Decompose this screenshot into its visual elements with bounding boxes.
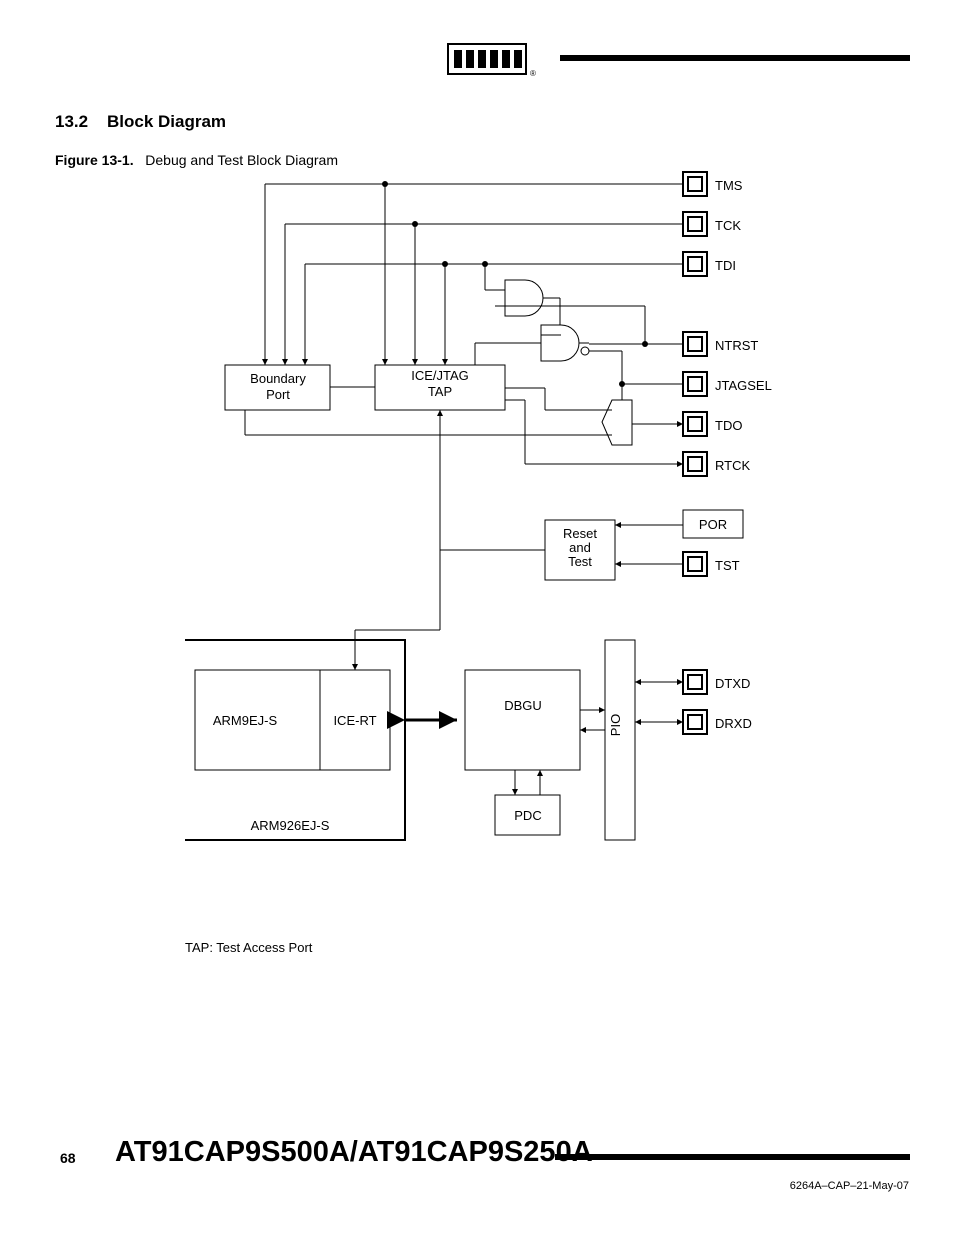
pio-label: PIO — [608, 714, 623, 736]
doc-title: AT91CAP9S500A/AT91CAP9S250A — [115, 1136, 593, 1169]
pin-jtagsel-label: JTAGSEL — [715, 378, 772, 393]
pin-tck-label: TCK — [715, 218, 741, 233]
dbgu-label: DBGU — [504, 698, 542, 713]
page-number: 68 — [60, 1150, 76, 1166]
reset-test-l3: Test — [568, 554, 592, 569]
figure-label: Figure 13-1. — [55, 152, 134, 168]
pin-tst-label: TST — [715, 558, 740, 573]
reset-test-l2: and — [569, 540, 591, 555]
doc-number: 6264A–CAP–21-May-07 — [790, 1180, 909, 1192]
arm926ejs-label: ARM926EJ-S — [251, 818, 330, 833]
atmel-logo: ® — [440, 40, 540, 85]
pin-tms-label: TMS — [715, 178, 743, 193]
footer-rule — [555, 1154, 910, 1160]
ice-rt-label: ICE-RT — [333, 713, 376, 728]
pin-ntrst-label: NTRST — [715, 338, 758, 353]
reset-test-l1: Reset — [563, 526, 597, 541]
pin-tdo-label: TDO — [715, 418, 742, 433]
pin-drxd-label: DRXD — [715, 716, 752, 731]
block-diagram: TMS TCK TDI NTRST JTAGSEL TDO RTCK TST — [185, 170, 785, 920]
section-number: 13.2 — [55, 112, 88, 131]
pin-tdi-label: TDI — [715, 258, 736, 273]
arm9ejs-label: ARM9EJ-S — [213, 713, 278, 728]
por-label: POR — [699, 517, 727, 532]
section-heading: 13.2 Block Diagram — [55, 112, 226, 132]
pdc-label: PDC — [514, 808, 541, 823]
figure-caption: Figure 13-1. Debug and Test Block Diagra… — [55, 152, 338, 168]
figure-caption-text: Debug and Test Block Diagram — [145, 152, 338, 168]
boundary-port-label-2: Port — [266, 387, 290, 402]
svg-text:®: ® — [530, 69, 536, 78]
ice-jtag-tap-label-2: TAP — [428, 384, 452, 399]
header-rule — [560, 55, 910, 61]
pin-rtck-label: RTCK — [715, 458, 750, 473]
pin-dtxd-label: DTXD — [715, 676, 750, 691]
figure-note: TAP: Test Access Port — [185, 940, 312, 955]
boundary-port-label-1: Boundary — [250, 371, 306, 386]
ice-jtag-tap-label-1: ICE/JTAG — [411, 368, 469, 383]
section-title: Block Diagram — [107, 112, 226, 131]
